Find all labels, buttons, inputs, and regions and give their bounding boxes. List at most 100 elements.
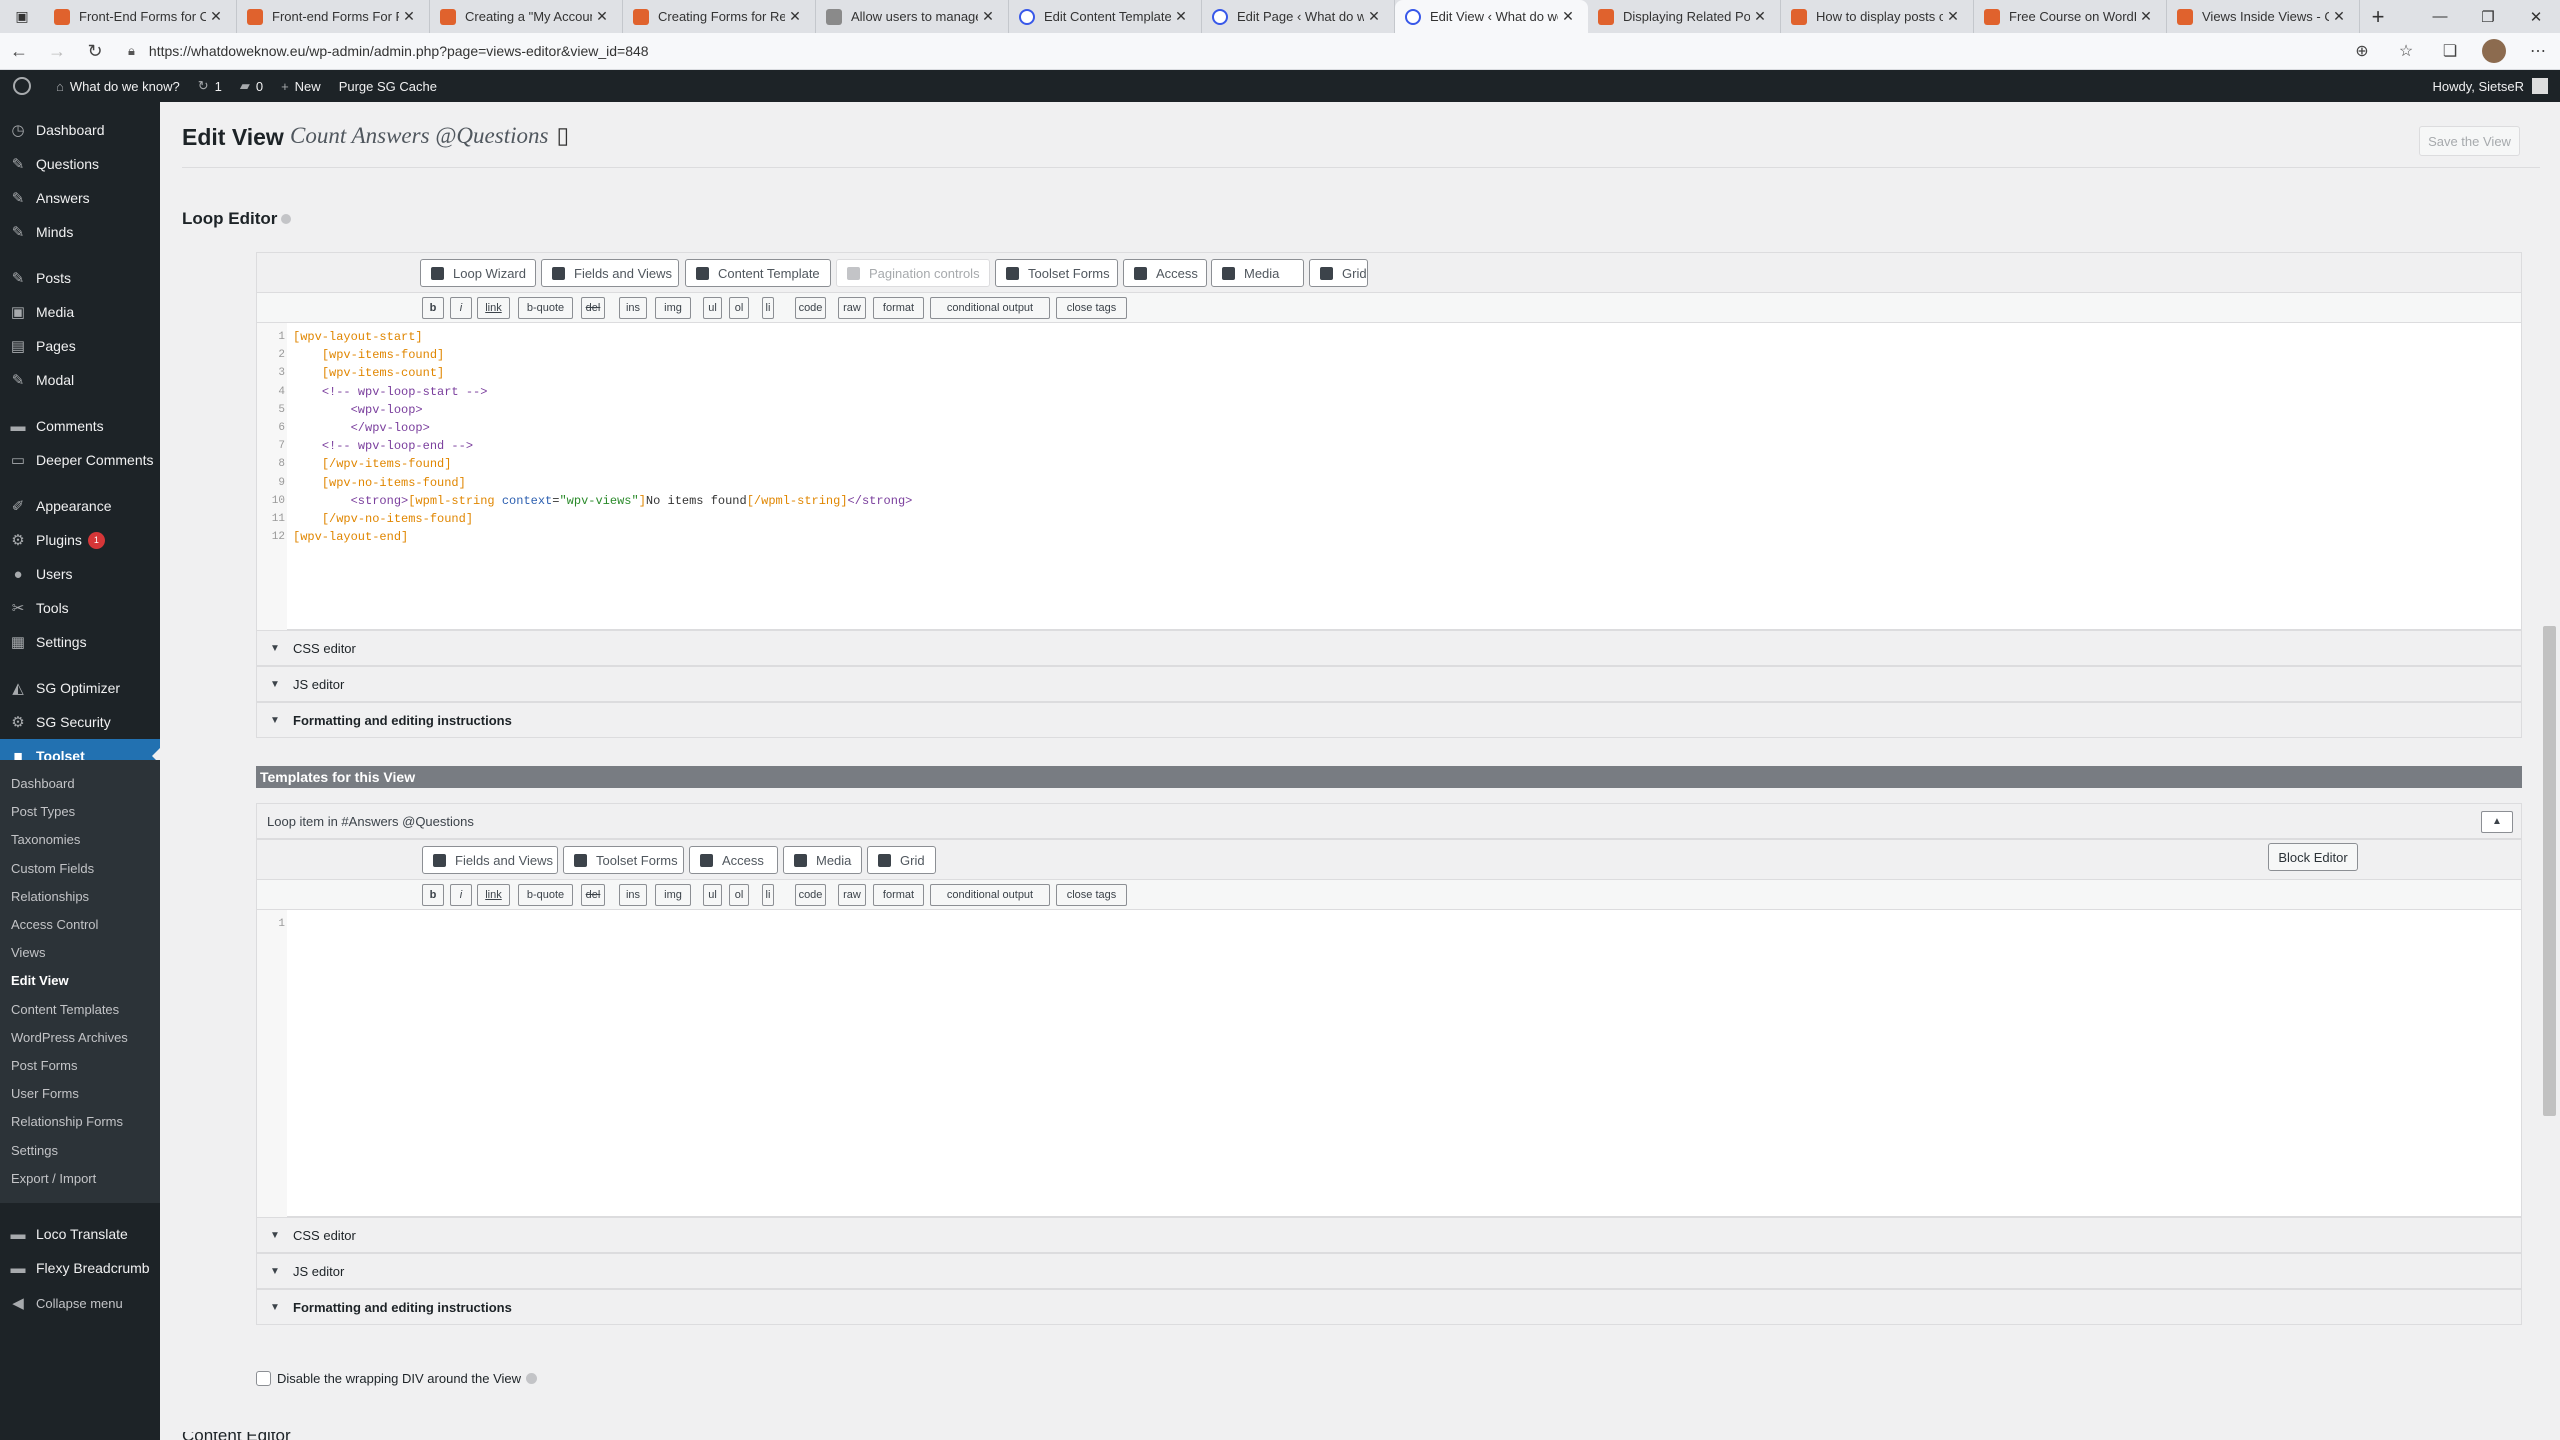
- tab-title[interactable]: Edit View ‹ What do we: [1430, 9, 1558, 24]
- accordion-js-editor[interactable]: ▼ JS editor: [256, 1253, 2522, 1289]
- save-view-button[interactable]: Save the View: [2419, 126, 2520, 156]
- view-name[interactable]: Count Answers @Questions: [290, 123, 548, 148]
- quicktag-raw-button[interactable]: raw: [838, 297, 866, 319]
- tab-close-icon[interactable]: ✕: [399, 8, 419, 25]
- tab-title[interactable]: Views Inside Views - Cr: [2202, 9, 2329, 24]
- code-line[interactable]: [wpv-no-items-found]: [293, 476, 466, 490]
- sidebar-item-modal[interactable]: ✎ Modal: [0, 363, 160, 397]
- forward-icon[interactable]: →: [38, 41, 76, 62]
- template-toolbar-toolset-forms-button[interactable]: Toolset Forms: [563, 846, 684, 874]
- sidebar-item-sg-security[interactable]: ⚙ SG Security: [0, 705, 160, 739]
- tab-close-icon[interactable]: ✕: [978, 8, 998, 25]
- quicktag-close-tags-button[interactable]: close tags: [1056, 297, 1127, 319]
- tab-title[interactable]: Creating a "My Account: [465, 9, 592, 24]
- tab-close-icon[interactable]: ✕: [2329, 8, 2349, 25]
- submenu-item-export-import[interactable]: Export / Import: [11, 1171, 96, 1186]
- reload-icon[interactable]: ↻: [76, 41, 114, 62]
- sidebar-item-sg-optimizer[interactable]: ◭ SG Optimizer: [0, 671, 160, 705]
- sidebar-item-users[interactable]: ● Users: [0, 557, 160, 591]
- address-bar[interactable]: 🔒︎ https://whatdoweknow.eu/wp-admin/admi…: [128, 38, 2340, 65]
- back-icon[interactable]: ←: [0, 41, 38, 62]
- code-line[interactable]: [wpv-layout-start]: [293, 330, 423, 344]
- code-line[interactable]: <!-- wpv-loop-end -->: [293, 439, 473, 453]
- quicktag-code-button[interactable]: code: [795, 297, 826, 319]
- sidebar-item-settings[interactable]: ▦ Settings: [0, 625, 160, 659]
- site-name-link[interactable]: ⌂ What do we know?: [47, 70, 189, 102]
- submenu-item-post-forms[interactable]: Post Forms: [11, 1058, 77, 1073]
- browser-tab[interactable]: Allow users to manage ✕: [816, 0, 1009, 33]
- tab-actions-icon[interactable]: ▣: [0, 0, 44, 33]
- quicktag-ol-button[interactable]: ol: [729, 297, 749, 319]
- code-line[interactable]: [/wpv-items-found]: [293, 457, 452, 471]
- collections-icon[interactable]: ❏: [2428, 41, 2472, 61]
- block-editor-button[interactable]: Block Editor: [2268, 843, 2358, 871]
- accordion-formatting-and-editing-instructions[interactable]: ▼ Formatting and editing instructions: [256, 702, 2522, 738]
- sidebar-item-deeper-comments[interactable]: ▭ Deeper Comments: [0, 443, 160, 477]
- tab-close-icon[interactable]: ✕: [206, 8, 226, 25]
- quicktag-ol-button[interactable]: ol: [729, 884, 749, 906]
- code-line[interactable]: <wpv-loop>: [293, 403, 423, 417]
- tab-close-icon[interactable]: ✕: [785, 8, 805, 25]
- quicktag-del-button[interactable]: del: [581, 884, 605, 906]
- view-name-field[interactable]: Count Answers @Questions ▯: [290, 123, 569, 149]
- disable-wrapping-div-option[interactable]: Disable the wrapping DIV around the View: [256, 1371, 538, 1386]
- sidebar-item-media[interactable]: ▣ Media: [0, 295, 160, 329]
- favorite-star-icon[interactable]: ☆: [2384, 41, 2428, 61]
- sidebar-item-appearance[interactable]: ✐ Appearance: [0, 489, 160, 523]
- sidebar-item-tools[interactable]: ✂ Tools: [0, 591, 160, 625]
- code-line[interactable]: </wpv-loop>: [293, 421, 430, 435]
- sidebar-item-answers[interactable]: ✎ Answers: [0, 181, 160, 215]
- submenu-item-settings[interactable]: Settings: [11, 1143, 58, 1158]
- sidebar-item-loco-translate[interactable]: ▬ Loco Translate: [0, 1217, 160, 1251]
- code-line[interactable]: <strong>[wpml-string context="wpv-views"…: [293, 494, 913, 508]
- browser-tab[interactable]: Edit Page ‹ What do we ✕: [1202, 0, 1395, 33]
- quicktag-conditional-output-button[interactable]: conditional output: [930, 884, 1050, 906]
- collapse-template-button[interactable]: ▲: [2481, 811, 2513, 833]
- comments-link[interactable]: ▰ 0: [231, 70, 272, 102]
- submenu-item-dashboard[interactable]: Dashboard: [11, 776, 75, 791]
- browser-tab[interactable]: How to display posts co ✕: [1781, 0, 1974, 33]
- accordion-formatting-and-editing-instructions[interactable]: ▼ Formatting and editing instructions: [256, 1289, 2522, 1325]
- quicktag-b-quote-button[interactable]: b-quote: [518, 884, 573, 906]
- loop-toolbar-fields-and-views-button[interactable]: Fields and Views: [541, 259, 679, 287]
- code-line[interactable]: <!-- wpv-loop-start -->: [293, 385, 488, 399]
- submenu-item-content-templates[interactable]: Content Templates: [11, 1002, 119, 1017]
- wp-logo-menu[interactable]: [0, 70, 47, 102]
- submenu-item-taxonomies[interactable]: Taxonomies: [11, 832, 80, 847]
- scrollbar-thumb[interactable]: [2543, 626, 2556, 1116]
- template-code-editor[interactable]: 1: [257, 910, 2521, 1217]
- browser-tab[interactable]: Front-end Forms For Re ✕: [237, 0, 430, 33]
- quicktag-ins-button[interactable]: ins: [619, 297, 647, 319]
- tab-close-icon[interactable]: ✕: [1171, 8, 1191, 25]
- help-icon[interactable]: [281, 214, 292, 224]
- quicktag-format-button[interactable]: format: [873, 884, 924, 906]
- loop-toolbar-pagination-controls-button[interactable]: Pagination controls: [836, 259, 990, 287]
- sidebar-item-dashboard[interactable]: ◷ Dashboard: [0, 113, 160, 147]
- quicktag-b-quote-button[interactable]: b-quote: [518, 297, 573, 319]
- quicktag-b-button[interactable]: b: [422, 297, 444, 319]
- updates-link[interactable]: ↻ 1: [189, 70, 231, 102]
- quicktag-i-button[interactable]: i: [450, 297, 472, 319]
- browser-tab[interactable]: Free Course on WordPr ✕: [1974, 0, 2167, 33]
- install-app-icon[interactable]: ⊕: [2340, 41, 2384, 61]
- quicktag-b-button[interactable]: b: [422, 884, 444, 906]
- tab-title[interactable]: Edit Page ‹ What do we: [1237, 9, 1364, 24]
- quicktag-ul-button[interactable]: ul: [703, 884, 722, 906]
- new-content-link[interactable]: + New: [272, 70, 330, 102]
- tab-title[interactable]: Allow users to manage: [851, 9, 978, 24]
- code-line[interactable]: [wpv-items-found]: [293, 348, 444, 362]
- code-line[interactable]: [/wpv-no-items-found]: [293, 512, 473, 526]
- template-toolbar-access-button[interactable]: Access: [689, 846, 778, 874]
- more-menu-icon[interactable]: ⋯: [2516, 41, 2560, 61]
- submenu-item-relationship-forms[interactable]: Relationship Forms: [11, 1114, 123, 1129]
- purge-cache-link[interactable]: Purge SG Cache: [330, 70, 446, 102]
- quicktag-link-button[interactable]: link: [477, 884, 510, 906]
- sidebar-item-comments[interactable]: ▬ Comments: [0, 409, 160, 443]
- template-toolbar-fields-and-views-button[interactable]: Fields and Views: [422, 846, 558, 874]
- tab-close-icon[interactable]: ✕: [1558, 8, 1578, 25]
- disable-wrapping-div-label[interactable]: Disable the wrapping DIV around the View: [277, 1371, 521, 1386]
- quicktag-conditional-output-button[interactable]: conditional output: [930, 297, 1050, 319]
- submenu-item-edit-view[interactable]: Edit View: [11, 973, 69, 988]
- submenu-item-wordpress-archives[interactable]: WordPress Archives: [11, 1030, 128, 1045]
- lock-icon[interactable]: 🔒︎: [128, 43, 135, 59]
